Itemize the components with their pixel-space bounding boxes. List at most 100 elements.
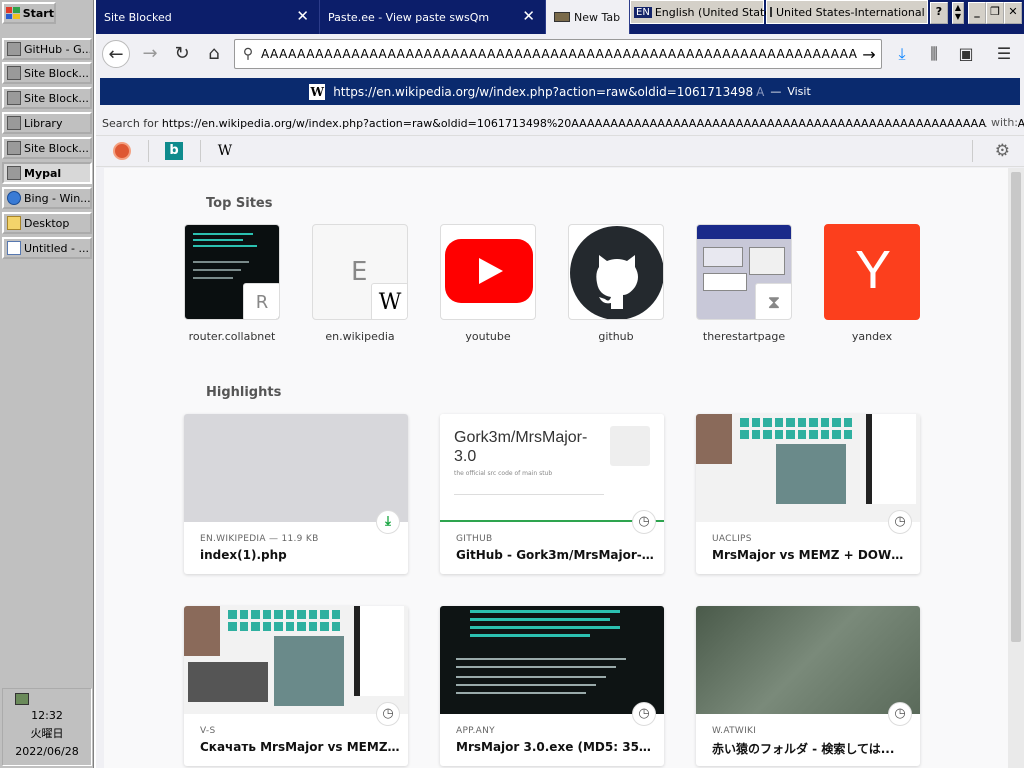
clock-icon: ◷ (376, 702, 400, 726)
help-button[interactable]: ? (930, 2, 948, 24)
highlight-card[interactable]: ◷ V-S Скачать MrsMajor vs MEMZ + D... (184, 606, 408, 766)
separator (148, 140, 149, 162)
site-thumbnail: E W (312, 224, 408, 320)
browser-window: Site Blocked ✕ Paste.ee - View paste sws… (96, 0, 1024, 768)
address-bar[interactable]: ⚲ AAAAAAAAAAAAAAAAAAAAAAAAAAAAAAAAAAAAAA… (234, 39, 882, 69)
card-preview (440, 606, 664, 714)
menu-icon[interactable]: ☰ (992, 42, 1016, 66)
highlight-card[interactable]: ⤓ EN.WIKIPEDIA — 11.9 KB index(1).php (184, 414, 408, 574)
windows-logo-icon (6, 7, 20, 19)
wikipedia-icon: W (309, 83, 326, 100)
library-icon[interactable]: ⫼ (922, 42, 946, 66)
folder-icon (7, 216, 21, 230)
start-button[interactable]: Start (2, 2, 56, 24)
top-site-youtube[interactable]: youtube (440, 224, 536, 343)
browser-icon (7, 141, 21, 155)
top-site-en-wikipedia[interactable]: E W en.wikipedia (312, 224, 408, 343)
top-site-yandex[interactable]: Y yandex (824, 224, 920, 343)
restore-button[interactable]: ❐ (986, 2, 1004, 24)
tab-bar: Site Blocked ✕ Paste.ee - View paste sws… (96, 0, 1024, 34)
browser-icon (7, 42, 21, 56)
tab-new-tab[interactable]: New Tab (546, 0, 630, 34)
clock-time: 12:32 (31, 709, 63, 722)
repo-avatar (610, 426, 650, 466)
navigation-toolbar: ← → ↻ ⌂ ⚲ AAAAAAAAAAAAAAAAAAAAAAAAAAAAAA… (96, 34, 1024, 74)
forward-button[interactable]: → (136, 40, 164, 68)
back-button[interactable]: ← (102, 40, 130, 68)
minimize-button[interactable]: _ (968, 2, 986, 24)
vertical-scrollbar[interactable] (1008, 168, 1024, 768)
site-badge: R (243, 283, 279, 319)
card-preview (696, 606, 920, 714)
taskbar-item-library[interactable]: Library (2, 112, 92, 134)
close-tab-icon[interactable]: ✕ (522, 9, 535, 24)
taskbar-item-site-blocked[interactable]: Site Block... (2, 137, 92, 159)
gear-icon[interactable]: ⚙ (995, 141, 1010, 161)
highlight-card[interactable]: ◷ APP.ANY MrsMajor 3.0.exe (MD5: 35A27..… (440, 606, 664, 766)
github-logo-icon (568, 224, 664, 320)
search-for-query: https://en.wikipedia.org/w/index.php?act… (161, 116, 1024, 130)
wikipedia-search-icon[interactable]: W (216, 142, 234, 160)
taskbar-item-mypal[interactable]: Mypal (2, 162, 92, 184)
go-arrow-icon[interactable]: → (857, 45, 881, 64)
highlight-card[interactable]: Gork3m/MrsMajor-3.0 the official src cod… (440, 414, 664, 574)
search-with-label: with: (986, 116, 1018, 129)
tab-site-blocked[interactable]: Site Blocked ✕ (96, 0, 320, 34)
url-suggestion[interactable]: W https://en.wikipedia.org/w/index.php?a… (100, 78, 1020, 105)
card-preview: Gork3m/MrsMajor-3.0 the official src cod… (440, 414, 664, 522)
suggestion-tail: A (756, 84, 765, 99)
browser-icon (7, 116, 21, 130)
separator (972, 140, 973, 162)
taskbar-item-notepad[interactable]: Untitled - ... (2, 237, 92, 259)
close-tab-icon[interactable]: ✕ (296, 9, 309, 24)
taskbar-item-site-blocked[interactable]: Site Block... (2, 87, 92, 109)
language-indicator[interactable]: EN English (United States) (630, 0, 781, 24)
separator (200, 140, 201, 162)
browser-icon (7, 91, 21, 105)
start-label: Start (22, 6, 54, 20)
bing-icon[interactable]: b (165, 142, 183, 160)
browser-icon (7, 66, 21, 80)
clock-day: 火曜日 (30, 727, 64, 740)
scrollbar-thumb[interactable] (1011, 172, 1021, 642)
taskbar-item-bing[interactable]: Bing - Win... (2, 187, 92, 209)
close-window-button[interactable]: ✕ (1004, 2, 1022, 24)
downloads-icon[interactable]: ⤓ (890, 42, 914, 66)
hourglass-icon: ⧗ (755, 283, 791, 319)
top-sites-heading: Top Sites (206, 196, 273, 211)
suggestion-separator: — (770, 85, 782, 98)
taskbar-item-desktop[interactable]: Desktop (2, 212, 92, 234)
top-site-github[interactable]: github (568, 224, 664, 343)
top-site-therestartpage[interactable]: ⧗ therestartpage (696, 224, 792, 343)
highlight-card[interactable]: ◷ W.ATWIKI 赤い猿のフォルダ - 検索しては... (696, 606, 920, 766)
reload-button[interactable]: ↻ (168, 40, 196, 68)
internet-explorer-icon (7, 191, 21, 205)
sidebar-icon[interactable]: ▣ (954, 42, 978, 66)
system-tray: 12:32 火曜日 2022/06/28 (2, 688, 92, 766)
highlight-card[interactable]: ◷ UACLIPS MrsMajor vs MEMZ + DOWNLO... (696, 414, 920, 574)
scroll-arrows-icon[interactable]: ▲ ▼ (952, 2, 964, 24)
duckduckgo-icon[interactable] (113, 142, 131, 160)
address-input[interactable]: AAAAAAAAAAAAAAAAAAAAAAAAAAAAAAAAAAAAAAAA… (261, 47, 857, 61)
home-button[interactable]: ⌂ (200, 40, 228, 68)
tab-favicon-icon (554, 12, 570, 22)
taskbar-item-github[interactable]: GitHub - G... (2, 38, 92, 60)
speaker-icon[interactable] (15, 693, 29, 705)
taskbar: Start GitHub - G... Site Block... Site B… (0, 0, 96, 768)
clock-icon: ◷ (632, 510, 656, 534)
site-thumbnail: ⧗ (696, 224, 792, 320)
yandex-logo-icon: Y (824, 224, 920, 320)
top-site-router-collabnet[interactable]: R router.collabnet (184, 224, 280, 343)
taskbar-item-site-blocked[interactable]: Site Block... (2, 62, 92, 84)
keyboard-layout-indicator[interactable]: United States-International (766, 0, 928, 24)
card-preview (184, 414, 408, 522)
highlights-heading: Highlights (206, 385, 282, 400)
keyboard-icon (770, 7, 772, 17)
tab-paste-ee[interactable]: Paste.ee - View paste swsQm ✕ (320, 0, 546, 34)
card-preview (696, 414, 920, 522)
clock-date: 2022/06/28 (15, 745, 79, 758)
search-for-prefix: Search for (102, 116, 159, 130)
clock-icon: ◷ (632, 702, 656, 726)
clock-icon: ◷ (888, 510, 912, 534)
youtube-logo-icon (440, 224, 536, 320)
